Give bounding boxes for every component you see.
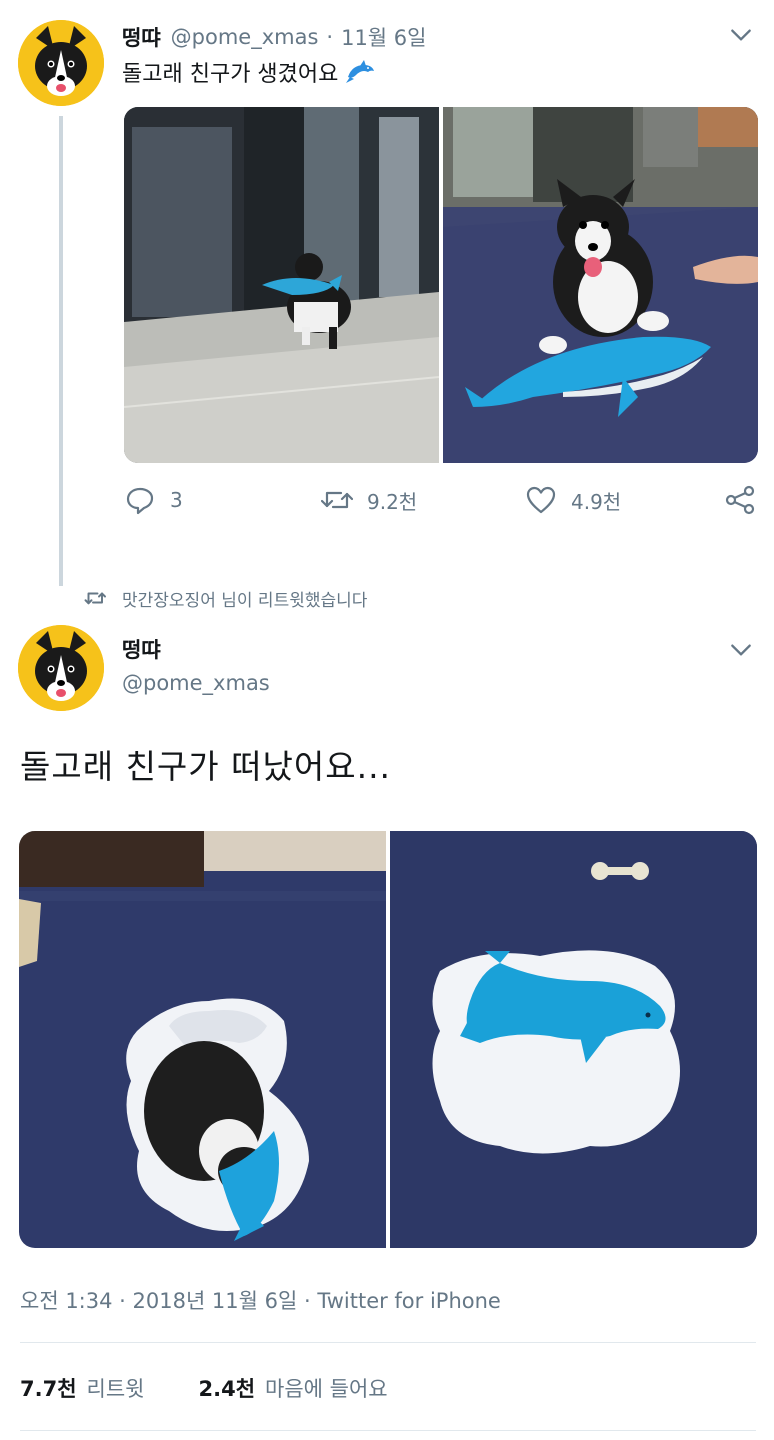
tweet-date[interactable]: 11월 6일 <box>341 22 426 52</box>
display-name[interactable]: 떵땨 <box>122 634 161 664</box>
share-icon <box>725 485 755 515</box>
media-photo-dog-on-rug[interactable] <box>443 107 758 463</box>
avatar-dog-image <box>18 625 104 711</box>
retweeted-by-note[interactable]: 맛간장오징어 님이 리트윗했습니다 <box>84 584 367 612</box>
tweet1-text: 돌고래 친구가 생겼어요 <box>122 56 376 88</box>
user-handle[interactable]: @pome_xmas <box>122 671 270 695</box>
share-button[interactable] <box>724 480 756 520</box>
tweet-stats: 7.7천 리트윗 2.4천 마음에 들어요 <box>20 1372 388 1404</box>
tweet1-header: 떵땨 @pome_xmas · 11월 6일 <box>122 20 426 54</box>
user-handle[interactable]: @pome_xmas <box>171 25 319 49</box>
likes-label[interactable]: 마음에 들어요 <box>265 1373 388 1403</box>
likes-count[interactable]: 2.4천 <box>199 1373 256 1403</box>
divider-top <box>20 1342 756 1343</box>
divider-bottom <box>20 1430 756 1431</box>
tweet1-media-grid[interactable] <box>124 107 758 463</box>
reply-button[interactable]: 3 <box>124 480 183 520</box>
tweet-timestamp-meta: 오전 1:34 · 2018년 11월 6일 · Twitter for iPh… <box>20 1289 501 1313</box>
media-photo-dog-torn-stuffing[interactable] <box>19 831 386 1248</box>
avatar-dog-image <box>18 20 104 106</box>
reply-icon <box>126 487 154 515</box>
heart-icon <box>526 486 556 514</box>
retweet-small-icon <box>84 592 106 605</box>
retweets-label[interactable]: 리트윗 <box>87 1373 145 1403</box>
media-photo-flattened-dolphin[interactable] <box>390 831 757 1248</box>
tweet2-text: 돌고래 친구가 떠났어요... <box>20 747 392 786</box>
thread-connector-line <box>59 116 63 586</box>
tweet-menu-chevron-down-icon[interactable] <box>728 637 754 663</box>
like-button[interactable]: 4.9천 <box>525 480 621 520</box>
display-name[interactable]: 떵땨 <box>122 22 161 52</box>
retweet-icon <box>321 491 353 509</box>
media-photo-dog-carrying-toy[interactable] <box>124 107 439 463</box>
like-count: 4.9천 <box>571 489 622 514</box>
reply-count: 3 <box>170 488 183 512</box>
tweet1-actions: 3 9.2천 4.9천 <box>124 480 758 520</box>
retweeted-by-text: 맛간장오징어 님이 리트윗했습니다 <box>122 590 368 611</box>
tweet2-media-grid[interactable] <box>19 831 757 1248</box>
retweets-count[interactable]: 7.7천 <box>20 1373 77 1403</box>
tweet-body: 돌고래 친구가 생겼어요 <box>122 62 339 87</box>
separator-dot: · <box>326 25 334 49</box>
tweet-menu-chevron-down-icon[interactable] <box>728 22 754 48</box>
dolphin-icon <box>346 60 375 83</box>
retweet-count: 9.2천 <box>367 489 418 514</box>
retweet-button[interactable]: 9.2천 <box>321 480 417 520</box>
avatar[interactable] <box>18 20 104 106</box>
avatar[interactable] <box>18 625 104 711</box>
